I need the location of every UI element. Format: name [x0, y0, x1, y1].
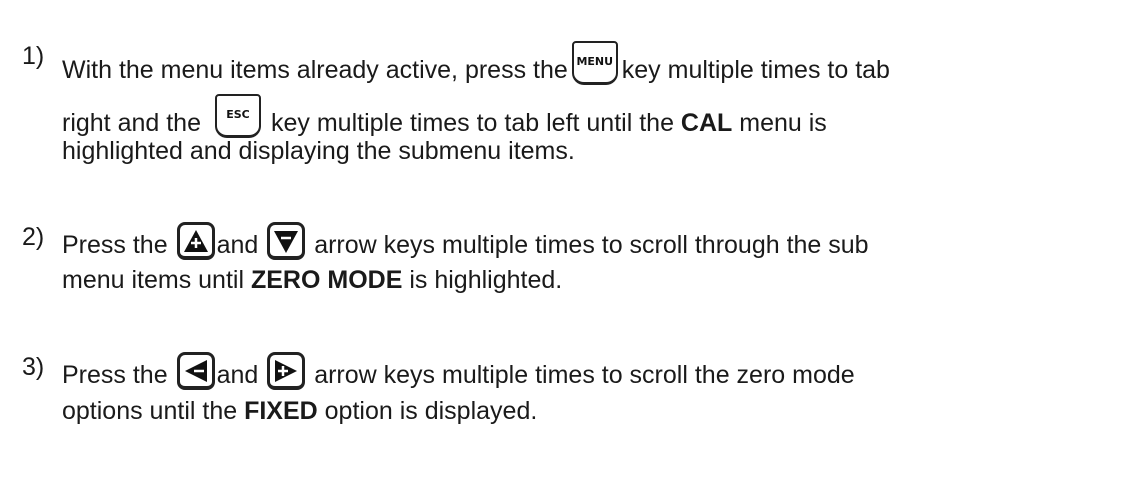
bold-term: FIXED — [244, 397, 318, 425]
right-arrow-key-icon — [267, 352, 306, 390]
text-segment: option is displayed. — [324, 397, 538, 425]
step-text-line: With the menu items already active, pres… — [62, 41, 890, 85]
esc-key-icon: ESC — [215, 94, 261, 138]
text-segment: Press the — [62, 231, 168, 259]
step-text-line: Press the and arrow keys multiple times … — [62, 222, 869, 260]
text-segment: menu is — [739, 109, 827, 137]
left-arrow-key-icon — [176, 352, 215, 390]
text-segment: options until the — [62, 397, 238, 425]
step-text-line: right and the ESC key multiple times to ta… — [62, 94, 827, 138]
bold-term: CAL — [680, 109, 733, 137]
text-segment: key multiple times to tab — [621, 56, 890, 84]
text-segment: arrow keys multiple times to scroll thro… — [314, 231, 869, 259]
step-text-line: options until the FIXED option is displa… — [62, 396, 537, 426]
text-segment: Press the — [62, 361, 168, 389]
text-segment: key multiple times to tab left until the — [271, 109, 674, 137]
text-segment: and — [216, 231, 259, 259]
text-segment: and — [216, 361, 259, 389]
text-segment: arrow keys multiple times to scroll the … — [314, 361, 855, 389]
step-number: 2) — [22, 223, 45, 251]
text-segment: right and the — [62, 109, 201, 137]
bold-term: ZERO MODE — [250, 266, 403, 294]
text-segment: With the menu items already active, pres… — [62, 56, 568, 84]
menu-key-icon: MENU — [571, 41, 618, 85]
step-number: 3) — [22, 353, 45, 381]
step-text-line: Press the and arrow keys multiple times … — [62, 352, 855, 390]
down-arrow-key-icon — [267, 222, 306, 260]
step-text-line: highlighted and displaying the submenu i… — [62, 137, 575, 165]
up-arrow-key-icon — [176, 222, 215, 260]
text-segment: menu items until — [62, 266, 245, 294]
step-text-line: menu items until ZERO MODE is highlighte… — [62, 265, 562, 295]
text-segment: is highlighted. — [409, 266, 563, 294]
step-number: 1) — [22, 42, 45, 70]
